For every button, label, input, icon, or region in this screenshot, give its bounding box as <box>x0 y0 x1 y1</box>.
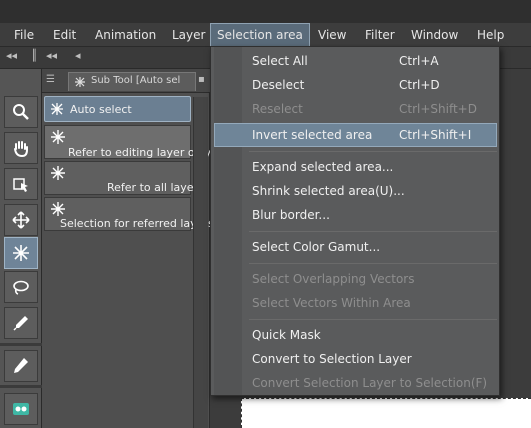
collapse-left-icon[interactable]: ◂◂ <box>6 49 17 62</box>
menu-window[interactable]: Window <box>405 23 464 47</box>
sub-tool-tab-label: Sub Tool [Auto sel <box>91 75 181 86</box>
menu-item-blur-border[interactable]: Blur border... <box>214 203 497 227</box>
sub-tool-group-auto-select[interactable]: Auto select <box>44 96 191 122</box>
pen-tool-button[interactable] <box>4 350 38 382</box>
menu-separator <box>249 319 497 320</box>
menu-item-label: Quick Mask <box>252 328 321 342</box>
sub-tool-icon <box>75 77 85 87</box>
menu-animation[interactable]: Animation <box>89 23 162 47</box>
auto-select-icon <box>51 202 65 216</box>
menu-separator <box>249 151 497 152</box>
menu-item-label: Select Color Gamut... <box>252 240 381 254</box>
menu-item-deselect[interactable]: Deselect Ctrl+D <box>214 73 497 97</box>
move-tool-button[interactable] <box>4 204 38 236</box>
menu-item-label: Select Vectors Within Area <box>252 296 411 310</box>
menu-item-quick-mask[interactable]: Quick Mask <box>214 323 497 347</box>
canvas-paper[interactable] <box>241 398 531 428</box>
menu-view[interactable]: View <box>312 23 352 47</box>
lasso-tool-button[interactable] <box>4 271 38 303</box>
zoom-icon <box>13 104 29 120</box>
menu-item-label: Blur border... <box>252 208 330 222</box>
eyedropper-tool-button[interactable] <box>4 307 38 339</box>
menu-item-shortcut: Ctrl+Shift+I <box>399 128 472 142</box>
selection-area-menu: Select All Ctrl+A Deselect Ctrl+D Resele… <box>210 46 500 396</box>
menu-layer[interactable]: Layer <box>166 23 211 47</box>
auto-select-icon <box>51 103 63 115</box>
menu-item-shortcut: Ctrl+Shift+D <box>399 102 477 116</box>
grip-icon: ║ <box>31 49 38 62</box>
sub-tool-item-label: Refer to all layers <box>107 181 204 194</box>
auto-select-icon <box>13 245 29 261</box>
menu-item-label: Invert selected area <box>252 128 373 142</box>
menu-item-shrink-selected-area[interactable]: Shrink selected area(U)... <box>214 179 497 203</box>
menu-item-invert-selected-area[interactable]: Invert selected area Ctrl+Shift+I <box>214 123 497 147</box>
sub-tool-item-label: Refer to editing layer only <box>68 146 212 159</box>
menu-selection-area[interactable]: Selection area <box>210 23 310 47</box>
sub-tool-item[interactable]: Refer to all layers <box>44 161 204 195</box>
menu-filter[interactable]: Filter <box>359 23 401 47</box>
menu-item-label: Select Overlapping Vectors <box>252 272 415 286</box>
menu-item-label: Deselect <box>252 78 305 92</box>
sub-tool-scrollbar[interactable] <box>193 97 208 428</box>
eyedropper-icon <box>13 316 28 331</box>
menu-item-label: Expand selected area... <box>252 160 394 174</box>
auto-select-tool-button[interactable] <box>4 237 38 269</box>
menu-edit[interactable]: Edit <box>47 23 82 47</box>
hand-icon <box>14 141 28 157</box>
sub-tool-item[interactable]: Selection for referred layers <box>44 197 214 231</box>
tool-palette <box>0 69 42 428</box>
auto-select-icon <box>51 130 65 144</box>
menu-item-select-color-gamut[interactable]: Select Color Gamut... <box>214 235 497 259</box>
lasso-icon <box>13 280 29 295</box>
tool-divider <box>0 385 42 388</box>
collapse-left-icon[interactable]: ◂◂ <box>46 49 57 62</box>
menu-item-reselect: Reselect Ctrl+Shift+D <box>214 97 497 121</box>
object-icon <box>13 178 28 192</box>
pen-icon <box>14 358 28 373</box>
menu-item-convert-selection-layer-to-selection: Convert Selection Layer to Selection(F) <box>214 371 497 395</box>
hand-tool-button[interactable] <box>4 132 38 164</box>
menu-item-select-overlapping-vectors: Select Overlapping Vectors <box>214 267 497 291</box>
move-icon <box>12 211 30 229</box>
title-bar <box>0 0 531 23</box>
menu-item-shortcut: Ctrl+D <box>399 78 440 92</box>
menu-bar: File Edit Animation Layer Selection area… <box>0 23 531 47</box>
menu-item-label: Convert to Selection Layer <box>252 352 412 366</box>
menu-help[interactable]: Help <box>471 23 510 47</box>
sub-tool-item-label: Selection for referred layers <box>60 217 214 230</box>
sub-tool-header: ☰ Sub Tool [Auto sel ▪ <box>42 69 210 93</box>
menu-item-label: Shrink selected area(U)... <box>252 184 405 198</box>
menu-item-expand-selected-area[interactable]: Expand selected area... <box>214 155 497 179</box>
menu-item-label: Reselect <box>252 102 303 116</box>
collapse-left-icon[interactable]: ◂ <box>75 49 81 62</box>
menu-item-convert-to-selection-layer[interactable]: Convert to Selection Layer <box>214 347 497 371</box>
menu-icon[interactable]: ☰ <box>46 74 55 85</box>
zoom-tool-button[interactable] <box>4 96 38 128</box>
menu-item-select-vectors-within-area: Select Vectors Within Area <box>214 291 497 315</box>
layer-icon <box>13 403 29 415</box>
menu-item-label: Select All <box>252 54 308 68</box>
object-tool-button[interactable] <box>4 168 38 200</box>
sub-tool-panel: ☰ Sub Tool [Auto sel ▪ Auto select Refer… <box>42 69 214 428</box>
sub-tool-tab[interactable]: Sub Tool [Auto sel <box>68 72 196 91</box>
sub-tool-group-label: Auto select <box>70 103 132 116</box>
sub-tool-item[interactable]: Refer to editing layer only <box>44 125 211 159</box>
panel-lock-icon[interactable]: ▪ <box>198 74 205 85</box>
auto-select-icon <box>51 166 65 180</box>
menu-separator <box>249 263 497 264</box>
menu-item-shortcut: Ctrl+A <box>399 54 439 68</box>
menu-item-select-all[interactable]: Select All Ctrl+A <box>214 49 497 73</box>
menu-separator <box>249 231 497 232</box>
layer-tool-button[interactable] <box>4 393 38 425</box>
menu-file[interactable]: File <box>8 23 40 47</box>
menu-item-label: Convert Selection Layer to Selection(F) <box>252 376 488 390</box>
tool-divider <box>0 343 42 346</box>
